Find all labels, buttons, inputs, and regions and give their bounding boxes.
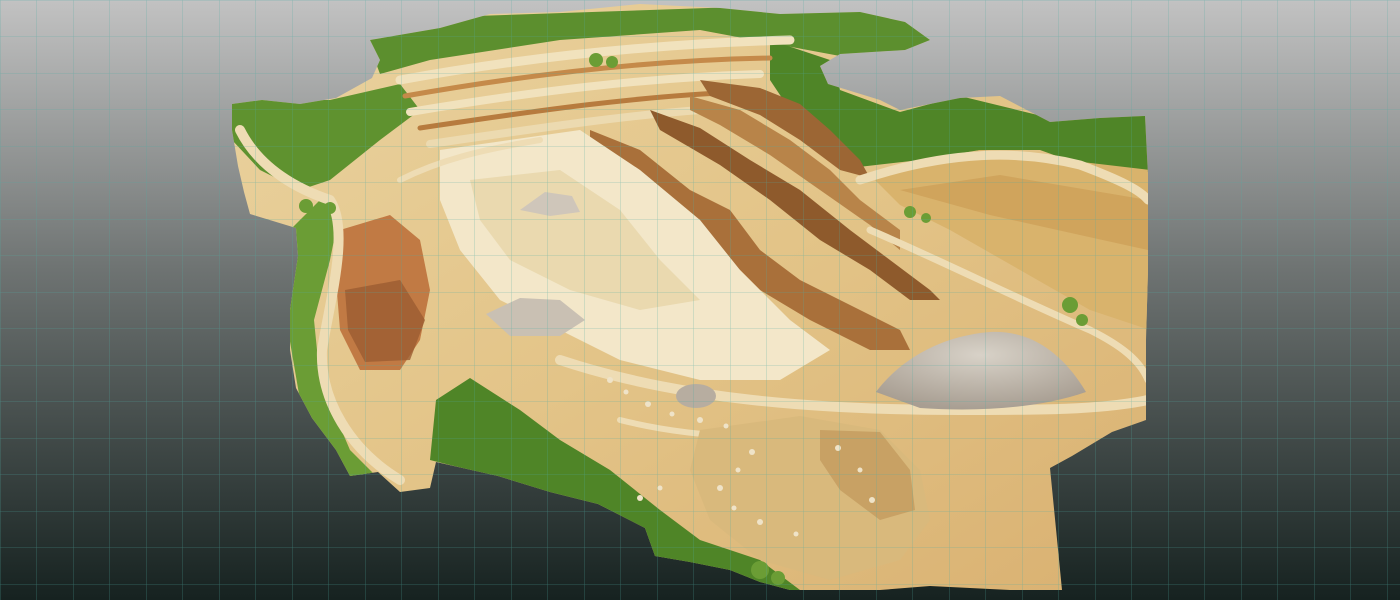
survey-svg [0,0,1400,600]
survey-grid [0,0,1400,600]
survey-canvas [0,0,1400,600]
